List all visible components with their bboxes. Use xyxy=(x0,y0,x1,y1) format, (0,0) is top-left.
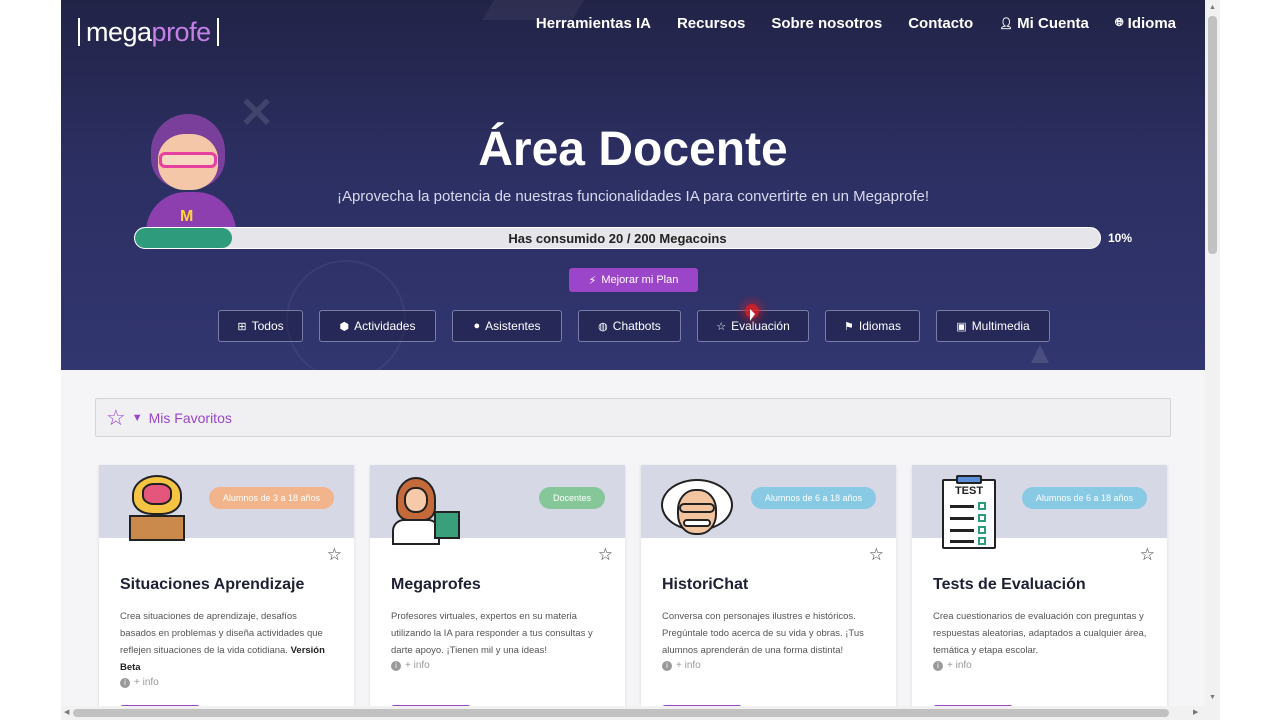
filter-actividades[interactable]: ⬢ Actividades xyxy=(319,310,436,342)
logo[interactable]: mega profe xyxy=(72,17,225,47)
card-title: HistoriChat xyxy=(662,576,749,593)
right-margin xyxy=(1220,0,1280,720)
flag-icon: ⚑ xyxy=(844,320,854,333)
test-checklist-icon: TEST xyxy=(942,475,1002,549)
favorite-star-icon[interactable]: ☆ xyxy=(869,545,884,565)
robot-icon: ◍ xyxy=(598,320,608,333)
upgrade-plan-button[interactable]: ⚡︎ Mejorar mi Plan xyxy=(569,268,698,292)
nav-recursos[interactable]: Recursos xyxy=(677,15,745,32)
progress-percent: 10% xyxy=(1108,231,1133,245)
vertical-scrollbar[interactable]: ▲ ▼ xyxy=(1205,0,1220,706)
filter-asistentes[interactable]: ● Asistentes xyxy=(452,310,562,342)
scroll-down-icon[interactable]: ▼ xyxy=(1209,694,1216,701)
main-nav: Herramientas IA Recursos Sobre nosotros … xyxy=(510,15,1176,32)
vertical-scroll-thumb[interactable] xyxy=(1208,16,1217,254)
card-description: Crea situaciones de aprendizaje, desafío… xyxy=(120,611,325,673)
lightning-icon: ⚡︎ xyxy=(588,274,597,287)
favorite-star-icon[interactable]: ☆ xyxy=(327,545,342,565)
nav-herramientas-ia[interactable]: Herramientas IA xyxy=(536,15,651,32)
favorite-star-icon[interactable]: ☆ xyxy=(598,545,613,565)
filter-idiomas[interactable]: ⚑ Idiomas xyxy=(825,310,920,342)
card-description: Profesores virtuales, expertos en su mat… xyxy=(391,611,593,656)
card-header: Alumnos de 3 a 18 años xyxy=(99,465,354,541)
card-title: Tests de Evaluación xyxy=(933,576,1086,593)
grid-icon: ⊞ xyxy=(237,320,247,333)
info-icon: i xyxy=(120,677,130,688)
more-info-link[interactable]: i + info xyxy=(662,660,701,671)
tool-card-megaprofes[interactable]: Docentes ☆ Megaprofes Profesores virtual… xyxy=(370,465,625,720)
filter-chatbots[interactable]: ◍ Chatbots xyxy=(578,310,681,342)
scroll-right-icon[interactable]: ▶ xyxy=(1193,708,1198,716)
teacher-icon xyxy=(392,475,464,545)
image-icon: ▣ xyxy=(956,320,967,333)
filter-todos[interactable]: ⊞ Todos xyxy=(218,310,303,342)
more-info-link[interactable]: i + info xyxy=(120,677,159,688)
info-icon: i xyxy=(662,660,672,671)
audience-badge: Docentes xyxy=(538,487,605,509)
horizontal-scrollbar[interactable]: ◀ ▶ xyxy=(61,706,1220,720)
card-description: Crea cuestionarios de evaluación con pre… xyxy=(933,611,1147,656)
megacoins-progress-bar: Has consumido 20 / 200 Megacoins xyxy=(134,227,1101,249)
favorite-star-icon[interactable]: ☆ xyxy=(1140,545,1155,565)
einstein-icon xyxy=(661,475,737,545)
info-icon: i xyxy=(391,660,401,671)
card-header: TEST Alumnos de 6 a 18 años xyxy=(912,465,1167,549)
progress-text: Has consumido 20 / 200 Megacoins xyxy=(508,230,727,246)
info-icon: i xyxy=(933,660,943,671)
more-info-link[interactable]: i + info xyxy=(391,660,430,671)
left-margin xyxy=(0,0,61,720)
card-title: Megaprofes xyxy=(391,576,481,593)
age-badge: Alumnos de 3 a 18 años xyxy=(208,487,334,509)
hero-section: ✕ mega profe Herramientas IA Recursos Sob… xyxy=(61,0,1205,370)
chevron-down-icon: ▼ xyxy=(131,411,143,424)
card-header: Alumnos de 6 a 18 años xyxy=(641,465,896,538)
card-title: Situaciones Aprendizaje xyxy=(120,576,305,593)
brain-bulb-icon xyxy=(127,475,187,545)
nav-mi-cuenta[interactable]: 👤︎ Mi Cuenta xyxy=(999,15,1089,32)
category-filters: ⊞ Todos ⬢ Actividades ● Asistentes ◍ Chatbot… xyxy=(218,310,1066,342)
mouse-cursor-icon xyxy=(750,309,755,321)
star-icon: ☆ xyxy=(716,320,727,333)
filter-multimedia[interactable]: ▣ Multimedia xyxy=(936,310,1050,342)
scroll-up-icon[interactable]: ▲ xyxy=(1209,4,1216,11)
page: ✕ mega profe Herramientas IA Recursos Sob… xyxy=(61,0,1205,720)
user-icon: 👤︎ xyxy=(999,18,1014,30)
more-info-link[interactable]: i + info xyxy=(933,660,972,671)
page-title: Área Docente xyxy=(478,123,788,176)
scroll-left-icon[interactable]: ◀ xyxy=(64,708,69,716)
tool-card-tests-evaluacion[interactable]: TEST Alumnos de 6 a 18 años ☆ Tests de E… xyxy=(912,465,1167,720)
tools-grid: Alumnos de 3 a 18 años ☆ Situaciones Apr… xyxy=(99,465,1183,720)
card-header: Docentes xyxy=(370,465,625,545)
card-description: Conversa con personajes ilustres e histó… xyxy=(662,611,864,656)
age-badge: Alumnos de 6 a 18 años xyxy=(1021,487,1147,509)
nav-contacto[interactable]: Contacto xyxy=(908,15,973,32)
age-badge: Alumnos de 6 a 18 años xyxy=(750,487,876,509)
tool-card-historichat[interactable]: Alumnos de 6 a 18 años ☆ HistoriChat Con… xyxy=(641,465,896,720)
triangle-decoration xyxy=(1031,345,1049,363)
favorites-toggle[interactable]: ☆ ▼ Mis Favoritos xyxy=(95,398,1171,437)
tool-card-situaciones[interactable]: Alumnos de 3 a 18 años ☆ Situaciones Apr… xyxy=(99,465,354,720)
chat-bubble-icon: ● xyxy=(473,320,481,332)
nav-idioma[interactable]: 🌐︎ Idioma xyxy=(1115,15,1176,32)
nav-sobre-nosotros[interactable]: Sobre nosotros xyxy=(771,15,882,32)
horizontal-scroll-thumb[interactable] xyxy=(73,709,1169,717)
page-subtitle: ¡Aprovecha la potencia de nuestras funci… xyxy=(336,188,930,205)
cube-icon: ⬢ xyxy=(339,320,350,333)
globe-icon: 🌐︎ xyxy=(1114,17,1124,29)
star-icon: ☆ xyxy=(106,404,126,430)
